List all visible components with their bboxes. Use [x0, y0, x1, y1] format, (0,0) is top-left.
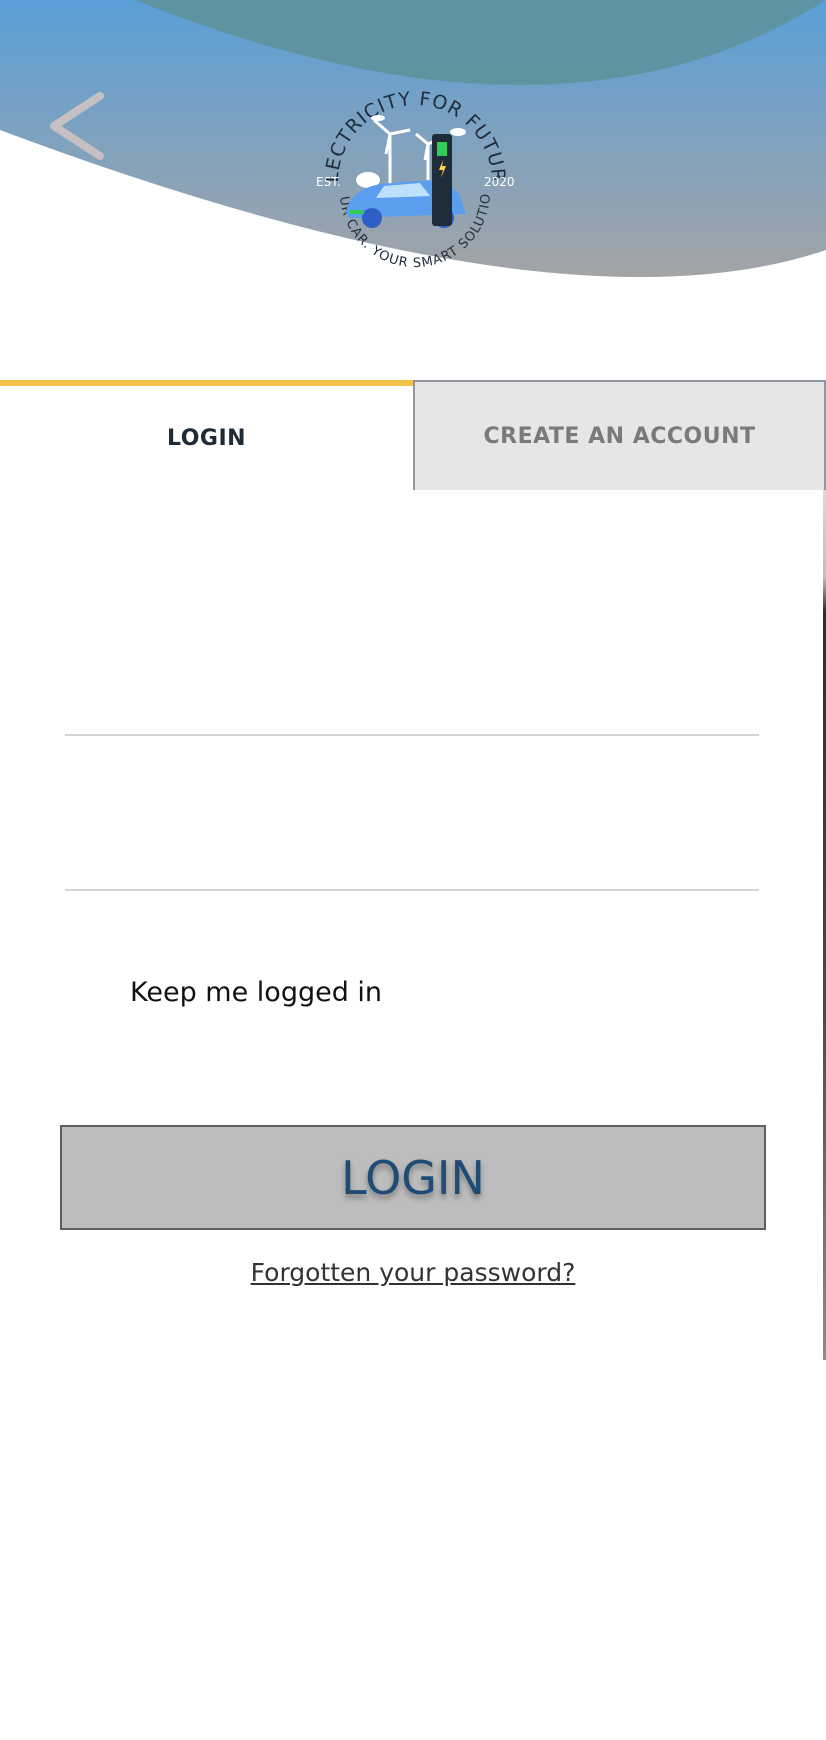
tab-create-account[interactable]: CREATE AN ACCOUNT	[413, 380, 826, 490]
back-button[interactable]	[42, 88, 112, 164]
tab-login[interactable]: LOGIN	[0, 380, 413, 490]
keep-logged-in-label: Keep me logged in	[130, 976, 383, 1008]
username-input[interactable]	[65, 674, 759, 736]
password-input[interactable]	[65, 829, 759, 891]
chevron-left-icon	[50, 92, 104, 160]
forgot-password-link[interactable]: Forgotten your password?	[0, 1258, 826, 1287]
login-page: ELECTRICITY FOR FUTURE YOUR CAR. YOUR SM…	[0, 0, 826, 1740]
brand-logo: ELECTRICITY FOR FUTURE YOUR CAR. YOUR SM…	[310, 72, 515, 271]
login-submit-button[interactable]: LOGIN	[60, 1125, 766, 1230]
logo-year-text: 2020	[484, 175, 515, 189]
auth-tabs: LOGIN CREATE AN ACCOUNT	[0, 380, 826, 490]
keep-logged-in-row[interactable]: Keep me logged in	[80, 972, 382, 1012]
keep-logged-in-checkbox[interactable]	[80, 975, 114, 1009]
logo-ring-top-text: ELECTRICITY FOR FUTURE	[310, 72, 509, 183]
charging-station-icon	[432, 134, 452, 226]
logo-est-text: EST.	[316, 175, 341, 189]
